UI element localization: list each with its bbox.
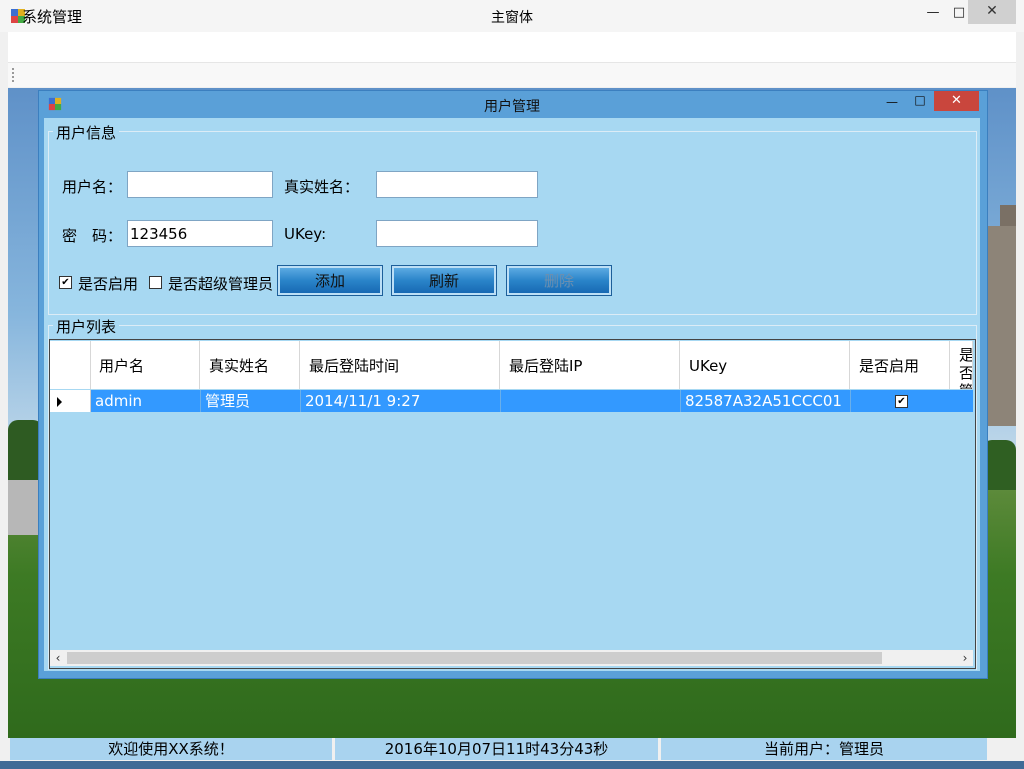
realname-input[interactable] — [376, 171, 538, 198]
cell-enabled[interactable]: ✔ — [851, 390, 952, 412]
cell-username[interactable]: admin — [91, 390, 201, 412]
row-enabled-checkbox[interactable]: ✔ — [895, 395, 908, 408]
user-list-group-title: 用户列表 — [53, 316, 120, 337]
status-current-user: 当前用户：管理员 — [661, 738, 987, 760]
maximize-icon[interactable]: □ — [911, 93, 929, 109]
username-label: 用户名： — [62, 178, 123, 196]
status-welcome: 欢迎使用XX系统！ — [10, 738, 332, 760]
cell-last-login-time[interactable]: 2014/11/1 9:27 — [301, 390, 501, 412]
main-window-title: 主窗体 — [491, 10, 533, 26]
scrollbar-thumb[interactable] — [67, 652, 882, 664]
os-taskbar — [0, 761, 1024, 769]
grid-corner-header — [50, 341, 91, 389]
add-button[interactable]: 添加 — [277, 265, 383, 296]
column-header[interactable]: 最后登陆IP — [501, 341, 680, 389]
scroll-left-icon[interactable]: ‹ — [50, 650, 66, 666]
password-input[interactable] — [127, 220, 273, 247]
delete-button[interactable]: 删除 — [506, 265, 612, 296]
superadmin-checkbox[interactable] — [149, 276, 162, 289]
realname-label: 真实姓名： — [284, 178, 360, 196]
cell-realname[interactable]: 管理员 — [201, 390, 301, 412]
column-header[interactable]: 是否管理 — [951, 341, 973, 389]
user-window-title: 用户管理 — [484, 99, 540, 115]
enabled-checkbox[interactable]: ✔ — [59, 276, 72, 289]
menu-bar — [8, 32, 1016, 63]
minimize-icon[interactable]: — — [883, 95, 901, 111]
enabled-label: 是否启用 — [78, 275, 139, 293]
column-header[interactable]: UKey — [681, 341, 850, 389]
close-icon[interactable]: ✕ — [968, 0, 1016, 24]
cell-last-login-ip[interactable] — [501, 390, 681, 412]
cell-ukey[interactable]: 82587A32A51CCC01 — [681, 390, 851, 412]
menu-item-system-management[interactable]: 系统管理 — [22, 6, 82, 27]
refresh-button[interactable]: 刷新 — [391, 265, 497, 296]
scroll-right-icon[interactable]: › — [957, 650, 973, 666]
toolbar-strip — [8, 63, 1016, 87]
column-header[interactable]: 是否启用 — [851, 341, 950, 389]
status-datetime: 2016年10月07日11时43分43秒 — [335, 738, 658, 760]
password-label: 密 码： — [62, 227, 123, 245]
ukey-label: UKey: — [284, 225, 327, 243]
column-header[interactable]: 用户名 — [91, 341, 200, 389]
ukey-input[interactable] — [376, 220, 538, 247]
user-info-group-title: 用户信息 — [53, 122, 120, 143]
superadmin-label: 是否超级管理员 — [168, 275, 274, 293]
column-header[interactable]: 最后登陆时间 — [301, 341, 500, 389]
row-selector-icon — [57, 397, 62, 407]
username-input[interactable] — [127, 171, 273, 198]
column-header[interactable]: 真实姓名 — [201, 341, 300, 389]
close-icon[interactable]: ✕ — [934, 91, 979, 111]
cell-is-admin[interactable] — [951, 390, 973, 412]
toolbar-grip-icon[interactable] — [12, 68, 16, 82]
